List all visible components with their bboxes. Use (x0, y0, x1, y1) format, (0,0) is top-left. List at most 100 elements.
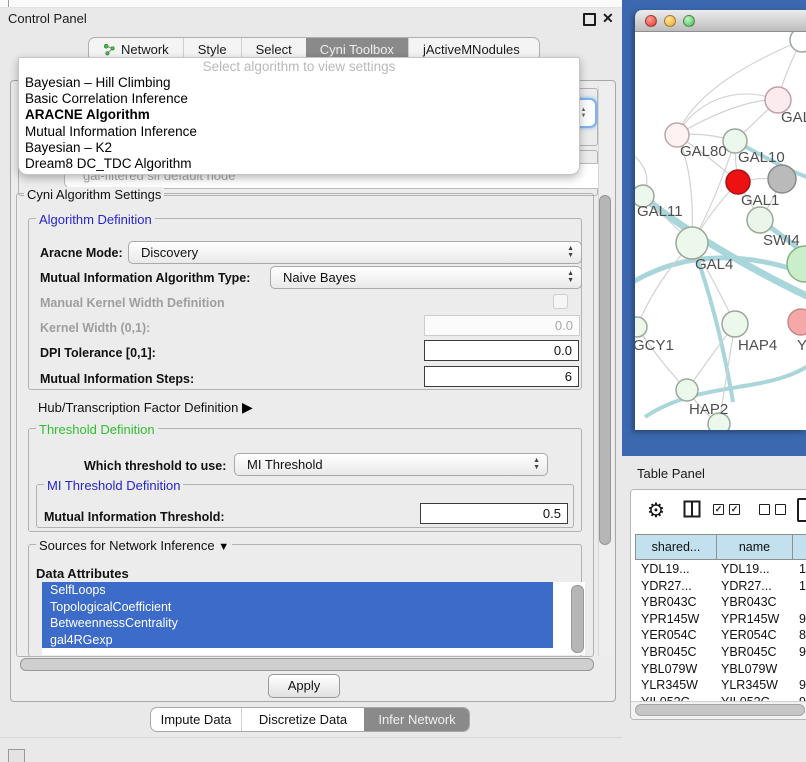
attribute-item-gal4rgexp[interactable]: gal4RGexp (42, 632, 553, 649)
sources-title-row[interactable]: Sources for Network Inference ▼ (36, 538, 232, 553)
dpi-tolerance-input[interactable]: 0.0 (424, 340, 579, 361)
which-threshold-label: Which threshold to use: (84, 459, 226, 473)
network-node[interactable] (747, 207, 773, 233)
network-canvas[interactable]: GALGAL80GAL10GAL1GAL11SWI4GAL4GCY1HAP4YH… (635, 32, 806, 430)
mi-threshold-group-title: MI Threshold Definition (44, 478, 183, 493)
document-icon[interactable] (797, 498, 806, 522)
algorithm-option-dream8-dc-tdc-algorithm[interactable]: Dream8 DC_TDC Algorithm (19, 156, 579, 172)
table-row[interactable]: YLR345WYLR345W9. (635, 677, 806, 694)
minimize-traffic-light[interactable] (664, 15, 676, 27)
table-row[interactable]: YBR043CYBR043C (635, 594, 806, 611)
gear-icon[interactable]: ⚙ (647, 498, 665, 523)
tab-infer-network[interactable]: Infer Network (364, 708, 470, 731)
hub-definition-label: Hub/Transcription Factor Definition (38, 400, 238, 415)
cell: YDL19... (635, 561, 717, 578)
algorithm-definition-title: Algorithm Definition (36, 212, 155, 227)
table-hscrollbar-thumb[interactable] (635, 704, 805, 716)
algorithm-option-bayesian-hill-climbing[interactable]: Bayesian – Hill Climbing (19, 75, 579, 91)
unchecked-checkbox-icon[interactable] (759, 504, 770, 515)
node-label-swi4: SWI4 (763, 232, 800, 249)
split-columns-icon[interactable] (683, 500, 701, 518)
algorithm-option-basic-correlation-inference[interactable]: Basic Correlation Inference (19, 91, 579, 107)
tab-impute-data[interactable]: Impute Data (151, 708, 241, 731)
table-row[interactable]: YBR045CYBR045C9. (635, 644, 806, 661)
algorithm-option-mutual-information-inference[interactable]: Mutual Information Inference (19, 124, 579, 140)
table-row[interactable]: YER054CYER054C8. (635, 627, 806, 644)
node-label-hap4: HAP4 (738, 337, 777, 354)
column-header-name[interactable]: name (717, 534, 793, 560)
attributes-scrollbar-thumb[interactable] (571, 585, 584, 653)
network-node[interactable] (788, 309, 806, 335)
aracne-mode-combo[interactable]: Discovery ▲▼ (128, 241, 582, 264)
screen: Control Panel ✕ NetworkStyleSelectCyni T… (0, 0, 806, 762)
column-header-clipped[interactable] (793, 534, 806, 560)
zoom-traffic-light[interactable] (683, 15, 695, 27)
table-row[interactable]: YDL19...YDL19...13 (635, 561, 806, 578)
attribute-item-topologicalcoefficient[interactable]: TopologicalCoefficient (42, 599, 553, 616)
chevron-updown-icon: ▲▼ (567, 245, 574, 259)
mi-threshold-input[interactable]: 0.5 (420, 503, 568, 524)
cell: 9. (793, 611, 806, 628)
data-attributes-list: SelfLoopsTopologicalCoefficientBetweenne… (42, 582, 585, 655)
kernel-width-input[interactable]: 0.0 (424, 315, 580, 336)
unchecked-checkbox-icon[interactable] (775, 504, 786, 515)
apply-button[interactable]: Apply (268, 674, 340, 698)
attribute-item-betweennesscentrality[interactable]: BetweennessCentrality (42, 615, 553, 632)
network-window-titlebar[interactable] (635, 10, 806, 32)
settings-hscrollbar-thumb[interactable] (20, 658, 594, 671)
network-node[interactable] (790, 32, 806, 52)
float-window-icon[interactable] (583, 13, 596, 26)
attribute-item-selfloops[interactable]: SelfLoops (42, 582, 553, 599)
bottom-tabs: Impute DataDiscretize DataInfer Network (150, 707, 470, 732)
table-row[interactable]: YDR27...YDR27...12 (635, 578, 806, 595)
network-edge (677, 100, 778, 135)
hub-definition-toggle[interactable]: Hub/Transcription Factor Definition ▶ (38, 399, 253, 416)
cell: YPR145W (635, 611, 717, 628)
network-node[interactable] (768, 165, 796, 193)
tab-label: Cyni Toolbox (320, 42, 394, 57)
node-label-gcy1: GCY1 (635, 337, 674, 354)
kernel-width-label: Kernel Width (0,1): (40, 321, 150, 335)
mi-type-combo[interactable]: Naive Bayes ▲▼ (270, 266, 582, 289)
network-node[interactable] (726, 170, 750, 194)
cell: YBR043C (717, 594, 793, 611)
sources-title: Sources for Network Inference (39, 538, 215, 553)
mi-steps-label: Mutual Information Steps: (40, 372, 194, 386)
table-row[interactable]: YPR145WYPR145W9. (635, 611, 806, 628)
node-label-gal11: GAL11 (637, 203, 683, 220)
network-node[interactable] (722, 311, 748, 337)
tab-label: Network (121, 42, 169, 57)
algorithm-dropdown-popup: Select algorithm to view settingsBayesia… (18, 57, 580, 175)
resize-grip[interactable] (8, 749, 25, 762)
network-node[interactable] (635, 317, 647, 337)
close-traffic-light[interactable] (645, 15, 657, 27)
network-node[interactable] (676, 379, 698, 401)
cell: YBR045C (635, 644, 717, 661)
checked-checkbox-icon[interactable]: ✓ (713, 504, 724, 515)
column-header-shared-[interactable]: shared... (635, 534, 717, 560)
checked-checkbox-icon[interactable]: ✓ (729, 504, 740, 515)
data-attributes-label: Data Attributes (36, 566, 129, 581)
which-threshold-combo[interactable]: MI Threshold ▲▼ (234, 453, 548, 476)
aracne-mode-value: Discovery (141, 245, 198, 260)
algorithm-option-bayesian-k2[interactable]: Bayesian – K2 (19, 140, 579, 156)
node-label-gal4: GAL4 (695, 256, 733, 273)
table-panel-title: Table Panel (637, 466, 705, 481)
cell: YER054C (635, 627, 717, 644)
cell: YPR145W (717, 611, 793, 628)
manual-kernel-checkbox[interactable] (553, 294, 568, 309)
settings-vscrollbar-thumb[interactable] (599, 195, 611, 545)
node-label-hap2: HAP2 (689, 401, 728, 418)
node-label-gal80: GAL80 (680, 143, 727, 160)
mi-steps-input[interactable]: 6 (424, 366, 579, 387)
network-node[interactable] (676, 227, 708, 259)
table-row[interactable]: YBL079WYBL079W (635, 661, 806, 678)
tab-discretize-data[interactable]: Discretize Data (241, 708, 364, 731)
table-header: shared...name (635, 534, 806, 560)
chevron-down-icon: ▼ (218, 541, 229, 553)
algorithm-option-aracne-algorithm[interactable]: ARACNE Algorithm (19, 107, 579, 123)
which-threshold-value: MI Threshold (247, 457, 323, 472)
cell: 8. (793, 627, 806, 644)
close-icon[interactable]: ✕ (602, 10, 614, 27)
network-node[interactable] (787, 246, 806, 282)
